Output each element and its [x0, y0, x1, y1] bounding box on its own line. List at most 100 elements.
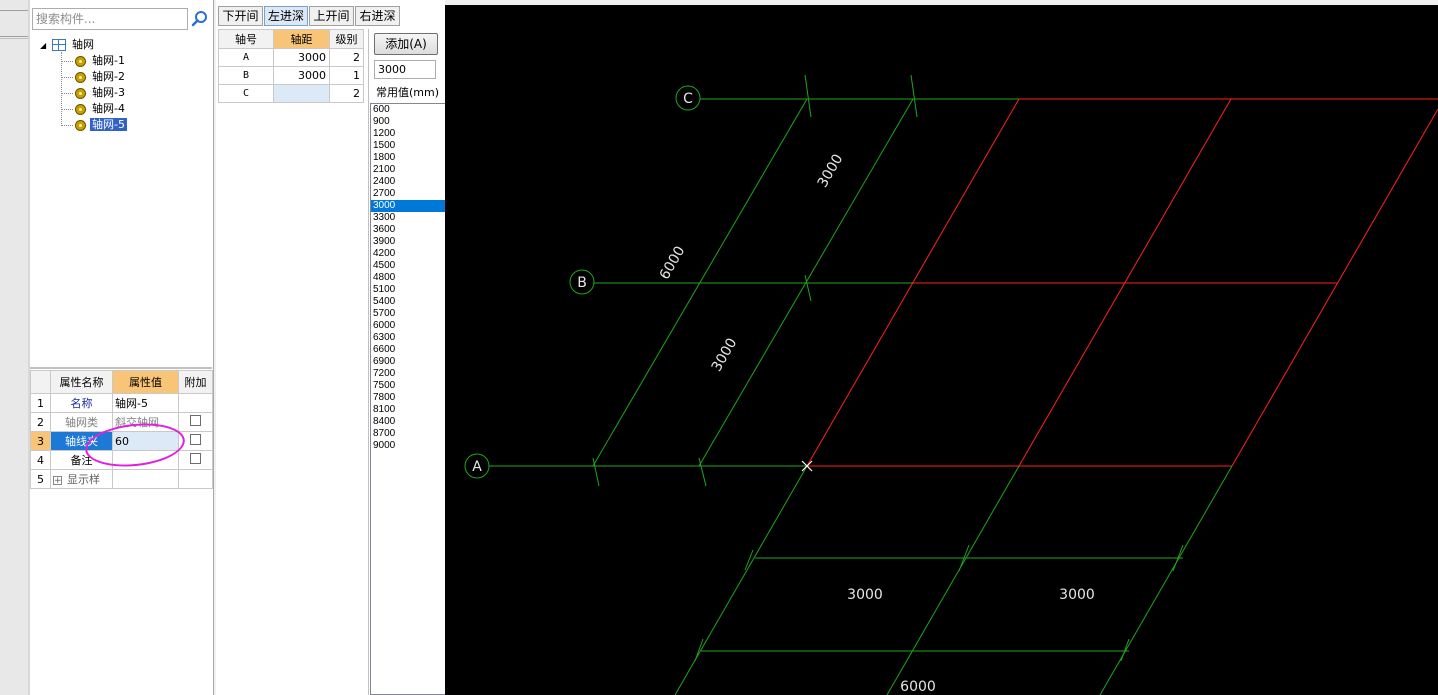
- axis-label-a[interactable]: A: [472, 459, 482, 475]
- axis-number[interactable]: C: [218, 84, 274, 103]
- property-name: 名称: [50, 393, 113, 413]
- property-row[interactable]: 1 名称 轴网-5: [30, 393, 213, 413]
- common-value-item[interactable]: 6600: [371, 344, 445, 356]
- expand-icon[interactable]: +: [53, 475, 62, 485]
- tab-top-bay[interactable]: 上开间: [309, 6, 354, 26]
- property-name: 显示样: [67, 473, 100, 486]
- dim-text-bottom-1: 3000: [847, 587, 883, 603]
- tree-root-label: 轴网: [72, 38, 94, 51]
- common-value-item[interactable]: 3300: [371, 212, 445, 224]
- common-value-item[interactable]: 6300: [371, 332, 445, 344]
- axis-header-number[interactable]: 轴号: [218, 29, 274, 49]
- common-value-item[interactable]: 5100: [371, 284, 445, 296]
- property-table: 属性名称 属性值 附加 1 名称 轴网-5 2 轴网类 斜交轴网 3 轴线夹 6…: [30, 370, 213, 489]
- axis-distance-editing[interactable]: [273, 84, 330, 103]
- dim-text-left-total: 6000: [657, 244, 689, 283]
- left-dock-strip: [0, 0, 30, 695]
- property-value-axis-angle[interactable]: 60: [112, 431, 179, 451]
- property-value-name[interactable]: 轴网-5: [112, 393, 179, 413]
- common-value-item[interactable]: 8700: [371, 428, 445, 440]
- axis-level[interactable]: 2: [329, 84, 364, 103]
- dim-text-bottom-total: 6000: [900, 679, 936, 695]
- property-row[interactable]: 5 + 显示样: [30, 469, 213, 489]
- tab-right-depth[interactable]: 右进深: [355, 6, 400, 26]
- common-value-item[interactable]: 3000: [371, 200, 445, 212]
- property-name: 轴线夹: [50, 431, 113, 451]
- axis-row[interactable]: C 2: [218, 84, 364, 103]
- property-value-remark[interactable]: [112, 450, 179, 470]
- common-value-item[interactable]: 600: [371, 104, 445, 116]
- common-value-item[interactable]: 5400: [371, 296, 445, 308]
- gear-icon: [75, 103, 86, 115]
- drawing-canvas[interactable]: A B C 6000 3000 3000 3000 3000 6000: [445, 5, 1438, 695]
- property-header-extra[interactable]: 附加: [178, 370, 213, 394]
- tab-bottom-bay[interactable]: 下开间: [218, 6, 263, 26]
- gear-icon: [75, 55, 86, 67]
- common-value-item[interactable]: 6900: [371, 356, 445, 368]
- common-value-item[interactable]: 6000: [371, 320, 445, 332]
- common-value-item[interactable]: 5700: [371, 308, 445, 320]
- common-value-item[interactable]: 4800: [371, 272, 445, 284]
- attach-checkbox[interactable]: [190, 453, 201, 464]
- axis-distance[interactable]: 3000: [273, 48, 330, 67]
- axis-number[interactable]: A: [218, 48, 274, 67]
- common-value-item[interactable]: 2400: [371, 176, 445, 188]
- common-value-item[interactable]: 3900: [371, 236, 445, 248]
- tree-item-axis-2[interactable]: 轴网-2: [75, 69, 127, 84]
- common-value-item[interactable]: 7500: [371, 380, 445, 392]
- component-panel: 搜索构件... ◢ 轴网 轴网-1 轴网-2 轴网-3 轴网-4 轴网-5 属性…: [30, 0, 214, 695]
- attach-checkbox[interactable]: [190, 434, 201, 445]
- common-value-item[interactable]: 8400: [371, 416, 445, 428]
- common-value-item[interactable]: 4500: [371, 260, 445, 272]
- property-row[interactable]: 4 备注: [30, 450, 213, 470]
- axis-row[interactable]: A 3000 2: [218, 48, 364, 67]
- component-tree: ◢ 轴网 轴网-1 轴网-2 轴网-3 轴网-4 轴网-5: [30, 34, 212, 369]
- common-value-item[interactable]: 7200: [371, 368, 445, 380]
- search-icon[interactable]: [190, 9, 210, 29]
- add-button[interactable]: 添加(A): [374, 33, 438, 55]
- axis-distance[interactable]: 3000: [273, 66, 330, 85]
- property-row[interactable]: 3 轴线夹 60: [30, 431, 213, 451]
- common-value-item[interactable]: 2100: [371, 164, 445, 176]
- common-value-item[interactable]: 1200: [371, 128, 445, 140]
- tree-root-axis-grid[interactable]: ◢ 轴网: [40, 37, 96, 52]
- common-value-item[interactable]: 9000: [371, 440, 445, 452]
- common-value-item[interactable]: 1800: [371, 152, 445, 164]
- value-input[interactable]: 3000: [374, 60, 436, 79]
- axis-data-panel: 下开间 左进深 上开间 右进深 轴号 轴距 级别 A 3000 2 B 3000…: [216, 0, 445, 695]
- attach-checkbox[interactable]: [190, 415, 201, 426]
- gear-icon: [75, 71, 86, 83]
- tree-item-axis-5[interactable]: 轴网-5: [75, 117, 127, 132]
- search-input[interactable]: 搜索构件...: [32, 8, 188, 30]
- common-value-item[interactable]: 8100: [371, 404, 445, 416]
- axis-header-distance[interactable]: 轴距: [273, 29, 330, 49]
- axis-header-level[interactable]: 级别: [329, 29, 364, 49]
- axis-number[interactable]: B: [218, 66, 274, 85]
- axis-level[interactable]: 2: [329, 48, 364, 67]
- tree-item-axis-1[interactable]: 轴网-1: [75, 53, 127, 68]
- dim-text-bottom-2: 3000: [1059, 587, 1095, 603]
- axis-label-c[interactable]: C: [683, 91, 693, 107]
- common-value-item[interactable]: 2700: [371, 188, 445, 200]
- common-value-item[interactable]: 4200: [371, 248, 445, 260]
- property-name: 备注: [50, 450, 113, 470]
- tree-item-axis-3[interactable]: 轴网-3: [75, 85, 127, 100]
- common-value-item[interactable]: 900: [371, 116, 445, 128]
- common-values-list[interactable]: 600 900 1200 1500 1800 2100 2400 2700 3000 3300 36…: [370, 103, 445, 695]
- gear-icon: [75, 87, 86, 99]
- dim-text-left-upper: 3000: [815, 152, 847, 191]
- axis-label-b[interactable]: B: [577, 275, 587, 291]
- tab-left-depth[interactable]: 左进深: [264, 6, 308, 26]
- property-header-num: [30, 370, 51, 394]
- collapse-triangle-icon[interactable]: ◢: [40, 38, 52, 53]
- axis-level[interactable]: 1: [329, 66, 364, 85]
- common-value-item[interactable]: 1500: [371, 140, 445, 152]
- property-row[interactable]: 2 轴网类 斜交轴网: [30, 412, 213, 432]
- gear-icon: [75, 119, 86, 131]
- tree-item-axis-4[interactable]: 轴网-4: [75, 101, 127, 116]
- common-value-item[interactable]: 7800: [371, 392, 445, 404]
- common-value-item[interactable]: 3600: [371, 224, 445, 236]
- property-header-name[interactable]: 属性名称: [50, 370, 113, 394]
- property-header-value[interactable]: 属性值: [112, 370, 179, 394]
- axis-row[interactable]: B 3000 1: [218, 66, 364, 85]
